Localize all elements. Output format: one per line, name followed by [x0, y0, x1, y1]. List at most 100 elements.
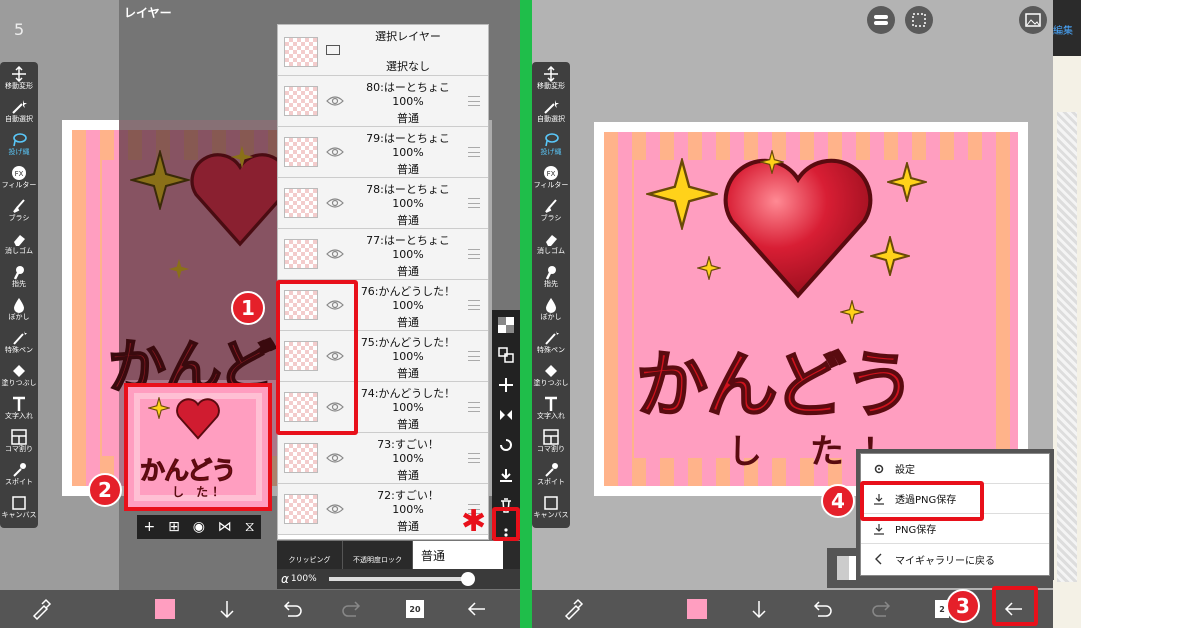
menu-item-back-gallery[interactable]: マイギャラリーに戻る	[861, 544, 1049, 574]
tool-label: 投げ縄	[8, 148, 30, 156]
layer-row[interactable]: 78:はーとちょこ 100% 普通	[278, 178, 488, 229]
highlight-back-button	[992, 586, 1038, 626]
tool-text[interactable]: 文字入れ	[0, 392, 38, 425]
pen-pressure-icon[interactable]	[558, 590, 588, 628]
color-swatch[interactable]	[682, 590, 712, 628]
next-screen-edge: 編集	[1053, 0, 1081, 628]
opacity-slider[interactable]	[328, 572, 475, 586]
drag-handle-icon[interactable]	[468, 300, 480, 310]
undo-icon[interactable]	[276, 590, 306, 628]
layer-row[interactable]: 72:すごい！ 100% 普通	[278, 484, 488, 535]
layer-row[interactable]: 80:はーとちょこ 100% 普通	[278, 76, 488, 127]
tool-text[interactable]: 文字入れ	[532, 392, 570, 425]
tool-move[interactable]: 移動変形	[0, 62, 38, 95]
tool-magic-wand[interactable]: 自動選択	[0, 95, 38, 128]
merge-down-icon[interactable]	[492, 460, 520, 490]
layers-count-button[interactable]: 20	[400, 590, 430, 628]
eye-icon[interactable]	[326, 451, 344, 465]
text-icon	[545, 396, 557, 411]
layer-rasterize-icon[interactable]	[492, 340, 520, 370]
tool-lasso[interactable]: 投げ縄	[0, 128, 38, 161]
tool-frame[interactable]: コマ割り	[0, 425, 38, 458]
tool-frame[interactable]: コマ割り	[532, 425, 570, 458]
clipping-button[interactable]: クリッピング	[277, 541, 343, 569]
add-layer-icon[interactable]: +	[143, 519, 155, 535]
color-swatch[interactable]	[150, 590, 180, 628]
menu-item-settings[interactable]: 設定	[861, 454, 1049, 484]
eye-icon[interactable]	[326, 196, 344, 210]
drag-handle-icon[interactable]	[468, 351, 480, 361]
rotate-icon[interactable]	[492, 430, 520, 460]
tool-lasso[interactable]: 投げ縄	[532, 128, 570, 161]
flip-horizontal-icon[interactable]	[492, 400, 520, 430]
opacity-value: 100%	[290, 574, 317, 584]
layer-row[interactable]: 77:はーとちょこ 100% 普通	[278, 229, 488, 280]
tool-brush[interactable]: ブラシ	[0, 194, 38, 227]
flip-vertical-icon[interactable]: ⧖	[245, 519, 255, 535]
sparkle-shape	[760, 150, 784, 174]
eye-icon[interactable]	[326, 502, 344, 516]
tool-special-pen[interactable]: 特殊ペン	[532, 326, 570, 359]
eye-icon[interactable]	[326, 247, 344, 261]
tool-label: 自動選択	[537, 115, 565, 123]
add-layer-box-icon[interactable]: ⊞	[168, 519, 180, 535]
fill-icon	[13, 365, 25, 377]
tool-special-pen[interactable]: 特殊ペン	[0, 326, 38, 359]
tool-canvas[interactable]: キャンバス	[532, 491, 570, 524]
drag-handle-icon[interactable]	[468, 249, 480, 259]
drag-handle-icon[interactable]	[468, 402, 480, 412]
tool-eraser[interactable]: 消しゴム	[0, 227, 38, 260]
fill-icon	[545, 365, 557, 377]
transparency-icon[interactable]	[492, 310, 520, 340]
down-arrow-icon[interactable]	[212, 590, 242, 628]
tool-finger[interactable]: 指先	[0, 260, 38, 293]
redo-icon[interactable]	[868, 590, 898, 628]
tool-canvas[interactable]: キャンバス	[0, 491, 38, 524]
text-icon	[13, 396, 25, 411]
flip-horizontal-icon[interactable]: ⋈	[218, 519, 232, 535]
step-badge-4: 4	[821, 484, 855, 518]
tool-finger[interactable]: 指先	[532, 260, 570, 293]
tool-drop[interactable]: ぼかし	[0, 293, 38, 326]
move-icon[interactable]	[492, 370, 520, 400]
redo-icon[interactable]	[338, 590, 368, 628]
layer-opacity: 100%	[392, 350, 424, 363]
undo-icon[interactable]	[806, 590, 836, 628]
tool-fx[interactable]: FX フィルター	[0, 161, 38, 194]
down-arrow-icon[interactable]	[744, 590, 774, 628]
alpha-lock-button[interactable]: 不透明度ロック	[343, 541, 413, 569]
back-arrow-icon[interactable]	[462, 590, 492, 628]
tool-drop[interactable]: ぼかし	[532, 293, 570, 326]
drag-handle-icon[interactable]	[468, 198, 480, 208]
layer-row[interactable]: 73:すごい！ 100% 普通	[278, 433, 488, 484]
tool-label: コマ割り	[537, 445, 565, 453]
tool-brush[interactable]: ブラシ	[532, 194, 570, 227]
tool-eyedropper[interactable]: スポイト	[532, 458, 570, 491]
opacity-row: α 100%	[277, 569, 520, 589]
selection-icon[interactable]	[905, 6, 933, 34]
layer-row[interactable]: 79:はーとちょこ 100% 普通	[278, 127, 488, 178]
eye-icon[interactable]	[326, 94, 344, 108]
camera-icon[interactable]: ◉	[193, 519, 205, 535]
layer-thumbnail	[284, 188, 318, 218]
toggle-icon[interactable]	[867, 6, 895, 34]
frame-icon	[11, 429, 27, 445]
drag-handle-icon[interactable]	[468, 453, 480, 463]
layer-preview: かんどう し た！	[124, 383, 272, 511]
selection-layer-row[interactable]: 選択レイヤー 選択なし	[278, 25, 488, 76]
special-pen-icon	[13, 331, 27, 345]
tool-fill[interactable]: 塗りつぶし	[0, 359, 38, 392]
tool-fx[interactable]: FX フィルター	[532, 161, 570, 194]
drag-handle-icon[interactable]	[468, 96, 480, 106]
drag-handle-icon[interactable]	[468, 147, 480, 157]
image-icon[interactable]	[1019, 6, 1047, 34]
pen-pressure-icon[interactable]	[26, 590, 56, 628]
tool-eyedropper[interactable]: スポイト	[0, 458, 38, 491]
tool-eraser[interactable]: 消しゴム	[532, 227, 570, 260]
tool-move[interactable]: 移動変形	[532, 62, 570, 95]
blend-mode-select[interactable]: 普通	[413, 541, 503, 569]
blank-area	[1081, 0, 1200, 628]
eye-icon[interactable]	[326, 145, 344, 159]
tool-magic-wand[interactable]: 自動選択	[532, 95, 570, 128]
tool-fill[interactable]: 塗りつぶし	[532, 359, 570, 392]
